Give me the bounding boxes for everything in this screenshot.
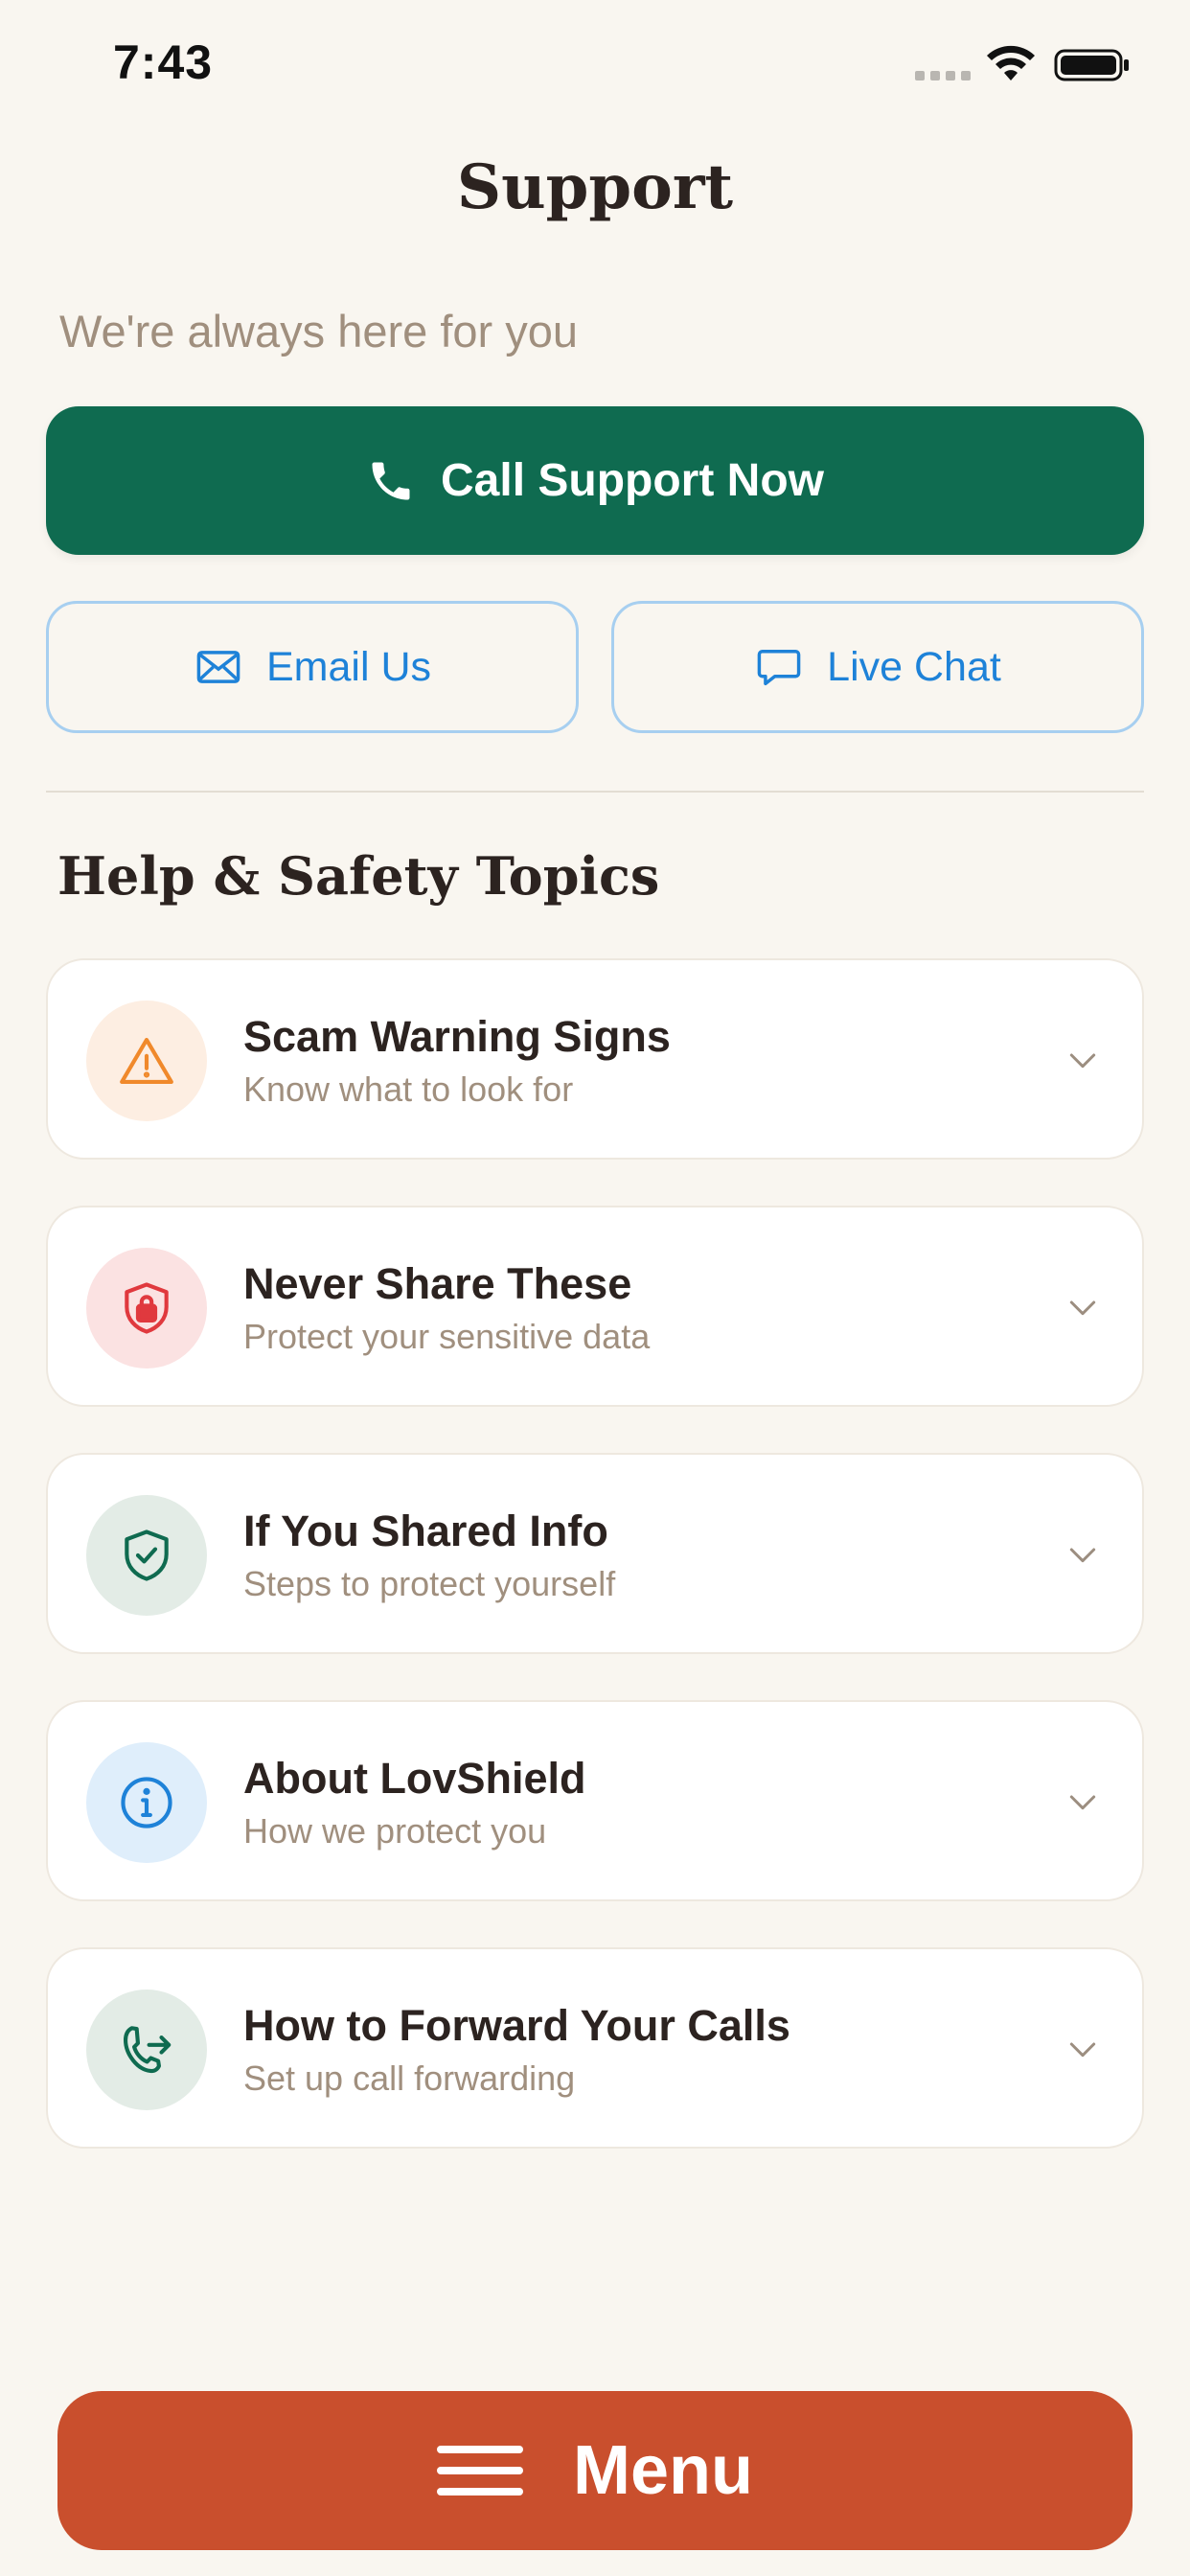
status-time: 7:43: [113, 35, 214, 89]
topic-card-never-share-these[interactable]: Never Share These Protect your sensitive…: [46, 1206, 1144, 1407]
topic-title: Never Share These: [243, 1259, 632, 1308]
topic-title: About LovShield: [243, 1754, 586, 1803]
topic-title: How to Forward Your Calls: [243, 2001, 790, 2050]
live-chat-button[interactable]: Live Chat: [611, 601, 1144, 733]
live-chat-label: Live Chat: [827, 643, 1001, 690]
call-support-button[interactable]: Call Support Now: [46, 406, 1144, 555]
topic-card-scam-warning-signs[interactable]: Scam Warning Signs Know what to look for: [46, 958, 1144, 1160]
topic-title: Scam Warning Signs: [243, 1012, 671, 1061]
menu-button[interactable]: Menu: [57, 2391, 1133, 2550]
page-title: Support: [456, 151, 734, 223]
topic-subtitle: How we protect you: [243, 1811, 547, 1851]
phone-icon: [372, 462, 410, 499]
mail-icon: [196, 651, 240, 683]
phone-forward-icon: [123, 2026, 172, 2074]
wifi-icon: [987, 45, 1035, 80]
cellular-signal-icon: [915, 71, 971, 80]
topic-subtitle: Know what to look for: [243, 1070, 574, 1109]
chevron-down-icon: [1069, 1300, 1096, 1316]
topic-icon-badge: [86, 1990, 207, 2110]
chat-bubble-icon: [757, 650, 801, 686]
topic-card-about-lovshield[interactable]: About LovShield How we protect you: [46, 1700, 1144, 1901]
divider: [46, 791, 1144, 793]
hamburger-menu-icon: [437, 2446, 523, 2496]
page-subtitle: We're always here for you: [59, 306, 579, 356]
status-bar: 7:43: [0, 0, 1190, 134]
menu-label: Menu: [573, 2432, 753, 2509]
email-us-label: Email Us: [265, 643, 432, 690]
chevron-down-icon: [1069, 1548, 1096, 1563]
chevron-down-icon: [1069, 2042, 1096, 2058]
topic-icon-badge: [86, 1248, 207, 1368]
info-icon: [121, 1777, 172, 1828]
topic-card-forward-calls[interactable]: How to Forward Your Calls Set up call fo…: [46, 1947, 1144, 2149]
topic-icon-badge: [86, 1742, 207, 1863]
topic-icon-badge: [86, 1495, 207, 1616]
shield-check-icon: [125, 1530, 169, 1581]
warning-icon: [120, 1037, 173, 1085]
topic-subtitle: Set up call forwarding: [243, 2058, 576, 2098]
email-us-button[interactable]: Email Us: [46, 601, 579, 733]
call-support-label: Call Support Now: [441, 455, 824, 506]
topic-title: If You Shared Info: [243, 1506, 608, 1555]
topic-card-if-you-shared-info[interactable]: If You Shared Info Steps to protect your…: [46, 1453, 1144, 1654]
section-title: Help & Safety Topics: [57, 845, 660, 907]
chevron-down-icon: [1069, 1053, 1096, 1069]
battery-icon: [1054, 49, 1129, 81]
chevron-down-icon: [1069, 1795, 1096, 1810]
topic-subtitle: Protect your sensitive data: [243, 1317, 651, 1356]
topic-icon-badge: [86, 1000, 207, 1121]
topic-subtitle: Steps to protect yourself: [243, 1564, 616, 1603]
shield-lock-icon: [125, 1282, 169, 1334]
